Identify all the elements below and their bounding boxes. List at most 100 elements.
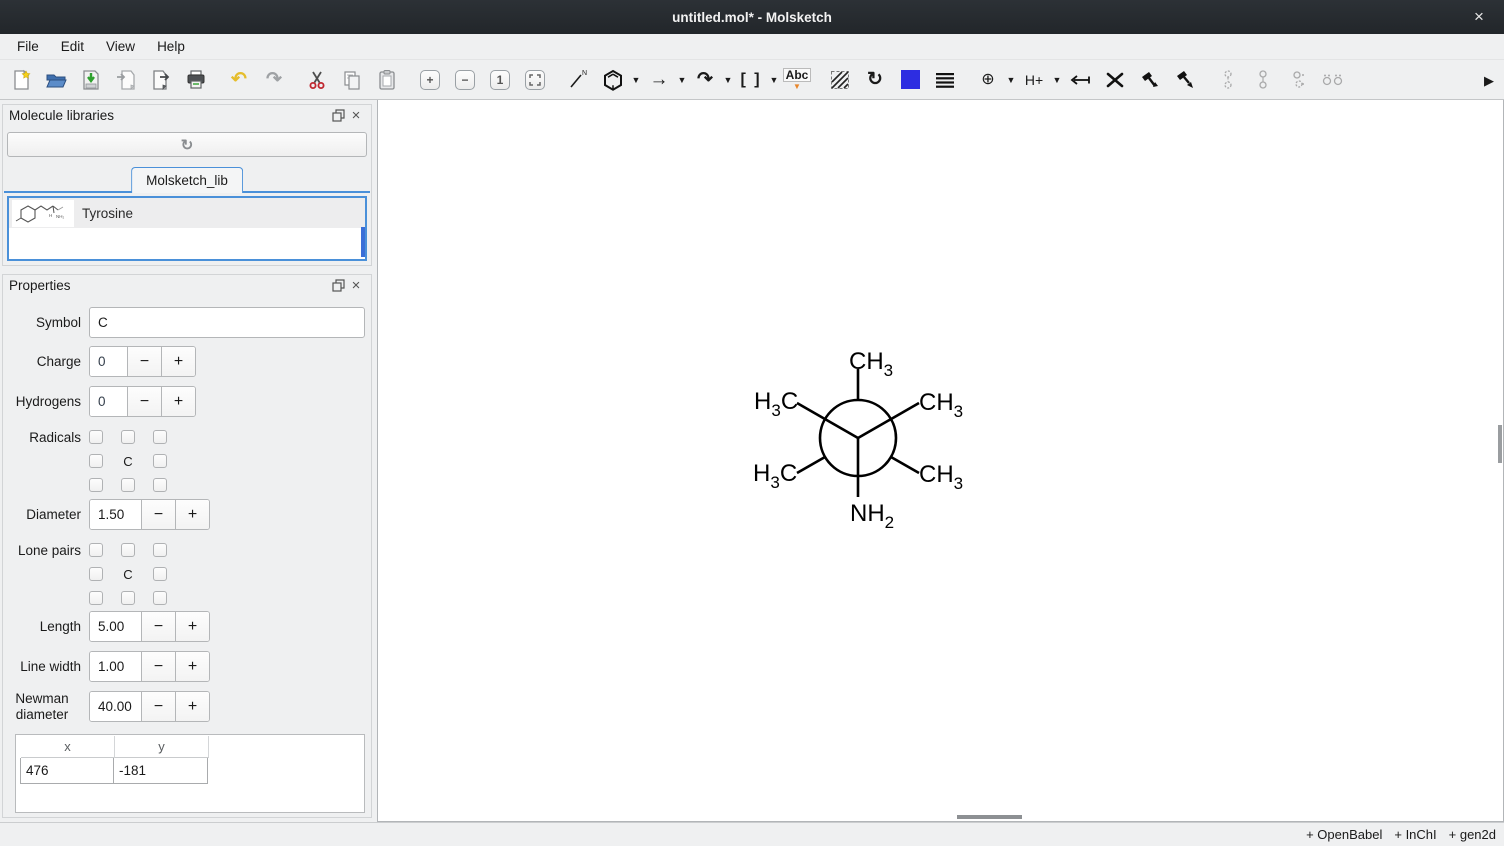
lone-pair-checkbox[interactable] — [89, 591, 103, 605]
toolbar-expand-button[interactable]: ▶ — [1484, 60, 1494, 100]
newman-diameter-increment-button[interactable]: + — [175, 692, 209, 721]
charge-increment-button[interactable]: + — [161, 347, 195, 376]
new-document-button[interactable] — [6, 66, 36, 94]
print-button[interactable] — [181, 66, 211, 94]
zoom-fit-button[interactable] — [520, 66, 550, 94]
rotate-button[interactable]: ↻ — [860, 66, 890, 94]
line-width-value[interactable]: 1.00 — [90, 652, 141, 681]
lone-pair-checkbox[interactable] — [89, 543, 103, 557]
radical-checkbox[interactable] — [89, 454, 103, 468]
hatch-selection-button[interactable] — [825, 66, 855, 94]
substituent-label-bottom[interactable]: NH2 — [850, 500, 894, 533]
radical-checkbox[interactable] — [153, 454, 167, 468]
lone-pair-checkbox[interactable] — [153, 567, 167, 581]
tab-molsketch-lib[interactable]: Molsketch_lib — [131, 167, 243, 193]
delete-button[interactable] — [1100, 66, 1130, 94]
newman-diameter-value[interactable]: 40.00 — [90, 692, 141, 721]
hydrogen-dropdown[interactable]: ▼ — [1049, 66, 1065, 94]
menu-view[interactable]: View — [95, 36, 146, 57]
substituent-label-upper-right[interactable]: CH3 — [919, 389, 963, 422]
substituent-label-top[interactable]: CH3 — [849, 348, 893, 381]
curved-arrow-dropdown[interactable]: ▼ — [720, 66, 736, 94]
zoom-out-button[interactable]: − — [450, 66, 480, 94]
radical-checkbox[interactable] — [153, 430, 167, 444]
hydrogen-button[interactable]: H+ — [1019, 66, 1049, 94]
window-close-button[interactable]: × — [1464, 0, 1494, 34]
hydrogens-decrement-button[interactable]: − — [127, 387, 161, 416]
reaction-arrow-button[interactable]: → — [644, 66, 674, 94]
reaction-arrow-dropdown[interactable]: ▼ — [674, 66, 690, 94]
line-width-increment-button[interactable]: + — [175, 652, 209, 681]
diameter-decrement-button[interactable]: − — [141, 500, 175, 529]
length-value[interactable]: 5.00 — [90, 612, 141, 641]
coordinate-x-cell[interactable]: 476 — [20, 758, 114, 784]
charge-value[interactable]: 0 — [90, 347, 127, 376]
substituent-label-lower-left[interactable]: H3C — [753, 460, 797, 493]
canvas-vertical-scrollbar-thumb[interactable] — [1498, 425, 1502, 463]
newman-diameter-decrement-button[interactable]: − — [141, 692, 175, 721]
lone-pair-checkbox[interactable] — [89, 567, 103, 581]
copy-button[interactable] — [337, 66, 367, 94]
coordinate-y-cell[interactable]: -181 — [114, 758, 208, 784]
substituent-label-lower-right[interactable]: CH3 — [919, 461, 963, 494]
zoom-original-button[interactable]: 1 — [485, 66, 515, 94]
charge-decrement-button[interactable]: − — [127, 347, 161, 376]
zoom-in-button[interactable]: + — [415, 66, 445, 94]
canvas-horizontal-scrollbar-thumb[interactable] — [957, 815, 1022, 819]
insert-ring-button[interactable] — [598, 66, 628, 94]
brackets-button[interactable]: [ ] — [736, 66, 766, 94]
menu-help[interactable]: Help — [146, 36, 196, 57]
library-scrollbar-thumb[interactable] — [361, 227, 365, 257]
charge-dropdown[interactable]: ▼ — [1003, 66, 1019, 94]
color-picker-button[interactable] — [895, 66, 925, 94]
lone-pair-checkbox[interactable] — [153, 591, 167, 605]
float-panel-icon[interactable] — [329, 108, 347, 124]
draw-bond-button[interactable]: N — [563, 66, 593, 94]
open-file-button[interactable] — [41, 66, 71, 94]
radical-checkbox[interactable] — [89, 478, 103, 492]
drawing-canvas[interactable]: CH3 H3C CH3 H3C CH3 NH2 — [377, 100, 1504, 822]
save-button[interactable] — [76, 66, 106, 94]
ring-dropdown[interactable]: ▼ — [628, 66, 644, 94]
column-header-y[interactable]: y — [115, 736, 209, 758]
refresh-libraries-button[interactable]: ↻ — [7, 132, 367, 157]
export-button[interactable] — [146, 66, 176, 94]
charge-button[interactable]: ⊕ — [973, 66, 1003, 94]
close-panel-icon[interactable]: × — [347, 108, 365, 124]
curved-arrow-button[interactable]: ↷ — [690, 66, 720, 94]
paste-button[interactable] — [372, 66, 402, 94]
lone-pair-checkbox[interactable] — [121, 591, 135, 605]
diameter-value[interactable]: 1.50 — [90, 500, 141, 529]
length-increment-button[interactable]: + — [175, 612, 209, 641]
radical-checkbox[interactable] — [153, 478, 167, 492]
lone-pair-checkbox[interactable] — [121, 543, 135, 557]
symbol-input[interactable] — [89, 307, 365, 338]
line-width-button[interactable] — [930, 66, 960, 94]
cut-button[interactable] — [302, 66, 332, 94]
export-icon — [150, 69, 172, 91]
menu-file[interactable]: File — [6, 36, 50, 57]
brackets-dropdown[interactable]: ▼ — [766, 66, 782, 94]
diameter-increment-button[interactable]: + — [175, 500, 209, 529]
length-decrement-button[interactable]: − — [141, 612, 175, 641]
list-item-tyrosine[interactable]: HNH₂ Tyrosine — [9, 198, 365, 228]
import-button[interactable] — [111, 66, 141, 94]
radical-checkbox[interactable] — [121, 478, 135, 492]
menu-edit[interactable]: Edit — [50, 36, 95, 57]
hydrogens-value[interactable]: 0 — [90, 387, 127, 416]
lone-pair-checkbox[interactable] — [153, 543, 167, 557]
build-tool-2-button[interactable] — [1170, 66, 1200, 94]
electron-flow-button[interactable] — [1065, 66, 1095, 94]
build-tool-1-button[interactable] — [1135, 66, 1165, 94]
hydrogens-increment-button[interactable]: + — [161, 387, 195, 416]
close-panel-icon[interactable]: × — [347, 278, 365, 294]
radical-checkbox[interactable] — [89, 430, 103, 444]
undo-button[interactable]: ↶ — [224, 66, 254, 94]
insert-text-button[interactable]: Abc ▼ — [782, 66, 812, 94]
redo-button[interactable]: ↷ — [259, 66, 289, 94]
column-header-x[interactable]: x — [21, 736, 115, 758]
line-width-decrement-button[interactable]: − — [141, 652, 175, 681]
radical-checkbox[interactable] — [121, 430, 135, 444]
substituent-label-upper-left[interactable]: H3C — [754, 388, 798, 421]
float-panel-icon[interactable] — [329, 278, 347, 294]
